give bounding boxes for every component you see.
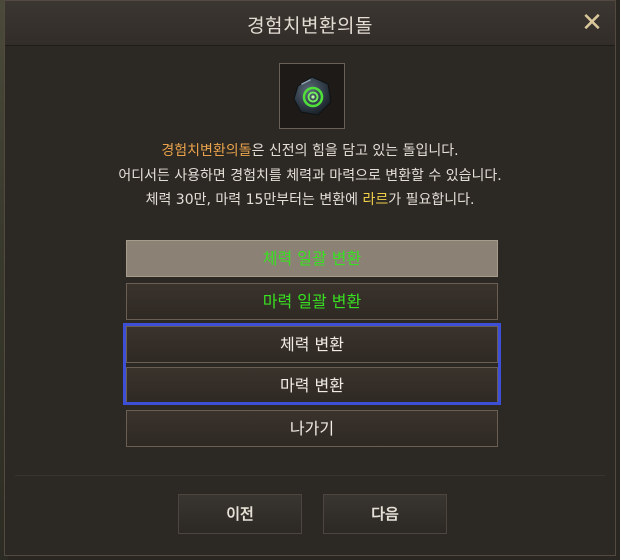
description-line-3: 체력 30만, 마력 15만부터는 변환에 라르가 필요합니다. [5,188,615,213]
dialog-title: 경험치변환의돌 [247,15,373,37]
option-bulk-mp-convert[interactable]: 마력 일괄 변환 [126,283,498,320]
option-bulk-hp-convert[interactable]: 체력 일괄 변환 [126,240,498,277]
description-line-1-rest: 은 신전의 힘을 담고 있는 돌입니다. [251,143,459,159]
description-line-1: 경험치변환의돌은 신전의 힘을 담고 있는 돌입니다. [5,139,615,164]
item-name-highlight: 경험치변환의돌 [161,143,252,159]
item-slot [279,63,345,129]
option-mp-convert[interactable]: 마력 변환 [126,367,498,404]
close-icon[interactable]: ✕ [579,10,605,36]
description-line-3-after: 가 필요합니다. [388,192,475,208]
description-line-3-before: 체력 30만, 마력 15만부터는 변환에 [145,192,363,208]
currency-highlight: 라르 [362,192,389,208]
footer-divider [15,475,605,476]
description-line-2: 어디서든 사용하면 경험치를 체력과 마력으로 변환할 수 있습니다. [118,167,502,184]
option-hp-convert[interactable]: 체력 변환 [126,326,498,363]
description: 경험치변환의돌은 신전의 힘을 담고 있는 돌입니다. 어디서든 사용하면 경험… [5,139,615,213]
title-bar: 경험치변환의돌 ✕ [5,1,615,46]
option-exit[interactable]: 나가기 [126,410,498,447]
next-button[interactable]: 다음 [323,494,447,534]
exp-conversion-dialog: 경험치변환의돌 ✕ 경험치변환의돌은 신전의 힘을 담고 있는 돌입니다. 어디… [4,0,616,556]
gem-icon [293,76,332,116]
prev-button[interactable]: 이전 [178,494,302,534]
